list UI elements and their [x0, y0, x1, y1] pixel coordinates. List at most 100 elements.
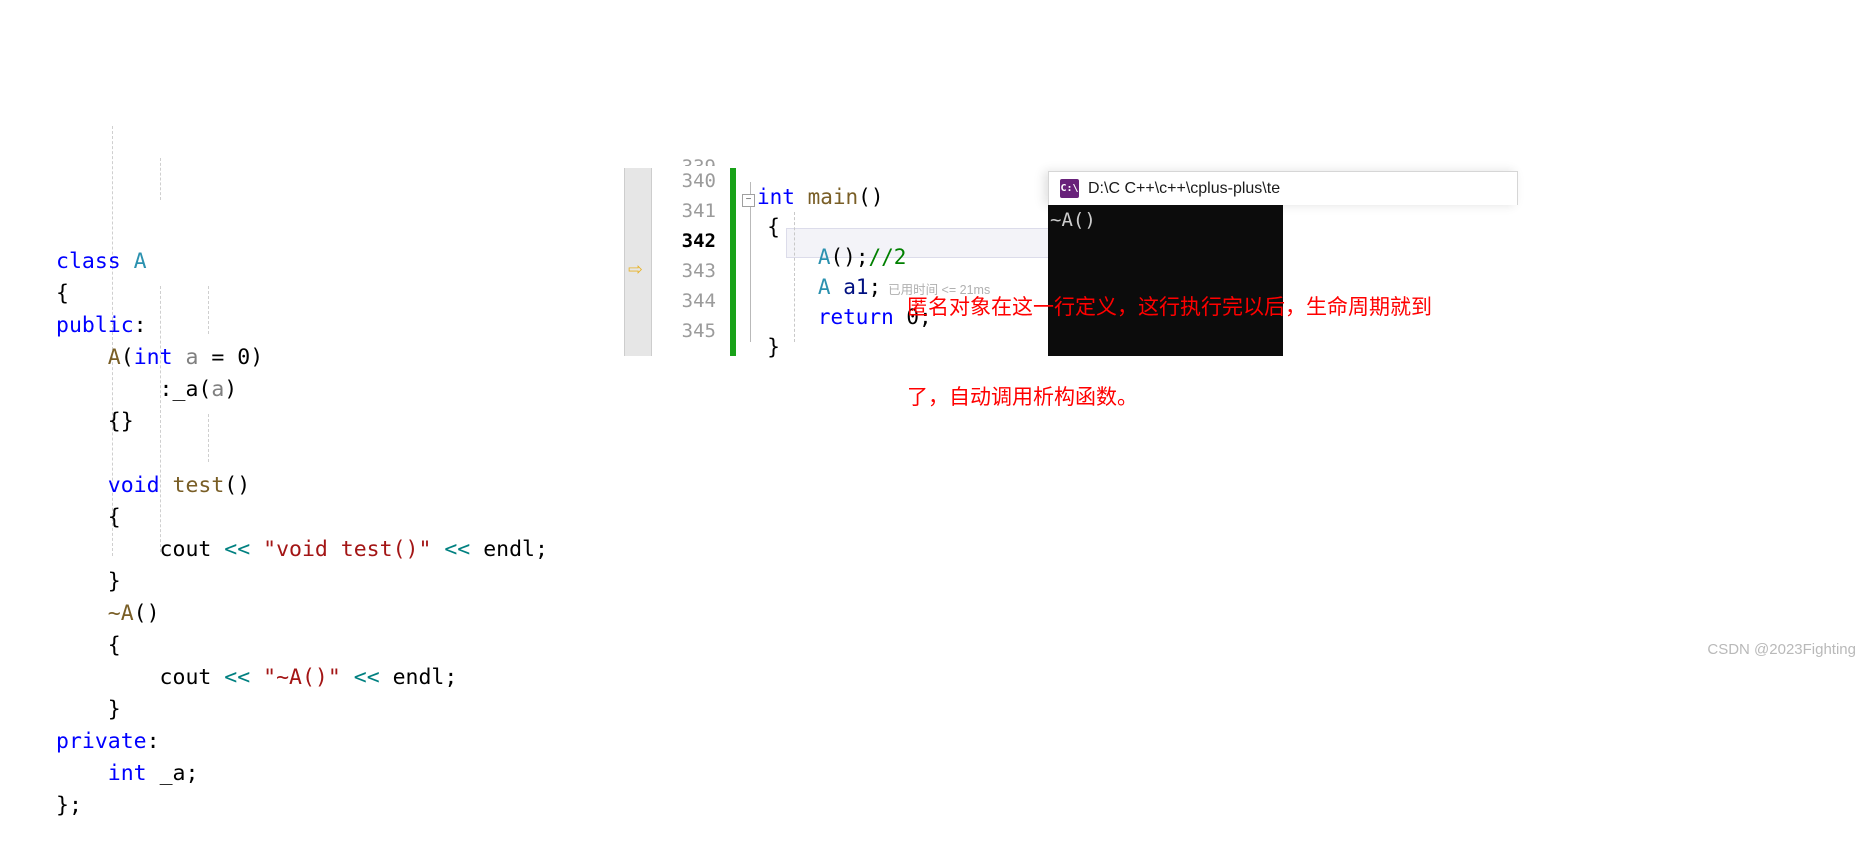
- code-token: "void test()": [263, 537, 432, 562]
- code-token: class: [56, 249, 134, 274]
- code-token: A: [817, 245, 831, 269]
- gutter-pad: [742, 335, 767, 359]
- line-number: 344: [681, 290, 716, 312]
- code-token: "~A()": [263, 665, 341, 690]
- code-line: }: [56, 694, 548, 726]
- code-token: (): [858, 185, 884, 209]
- collapse-toggle-icon[interactable]: −: [742, 194, 755, 207]
- code-line: ~A(): [56, 598, 548, 630]
- code-token: A: [133, 249, 147, 274]
- code-token: int: [107, 761, 147, 786]
- code-line: public:: [56, 310, 548, 342]
- elapsed-time-diagnostic: 已用时间 <= 21ms: [881, 283, 991, 297]
- code-line[interactable]: }: [742, 332, 990, 362]
- code-token: ();: [830, 245, 869, 269]
- code-line: }: [56, 566, 548, 598]
- code-token: endl;: [470, 537, 548, 562]
- code-token: int: [133, 345, 173, 370]
- code-line: cout << "void test()" << endl;: [56, 534, 548, 566]
- code-token: endl;: [379, 665, 458, 690]
- code-line: :_a(a): [56, 374, 548, 406]
- line-number: 339: [664, 152, 716, 166]
- execution-pointer-arrow: ⇨: [628, 254, 643, 282]
- code-token: {: [56, 633, 121, 658]
- code-line: void test(): [56, 470, 548, 502]
- line-number: 343: [681, 260, 716, 282]
- code-token: ;: [919, 305, 932, 329]
- code-token: :: [146, 729, 160, 754]
- code-token: }: [767, 335, 780, 359]
- indicator-margin[interactable]: ⇨: [624, 168, 652, 356]
- code-line: int _a;: [56, 758, 548, 790]
- code-token: cout: [56, 665, 225, 690]
- code-line: cout << "~A()" << endl;: [56, 662, 548, 694]
- console-title-bar[interactable]: C:\ D:\C C++\c++\cplus-plus\te: [1048, 171, 1518, 205]
- code-token: (: [120, 345, 134, 370]
- code-line: private:: [56, 726, 548, 758]
- console-app-icon: C:\: [1060, 179, 1079, 198]
- code-line: {: [56, 502, 548, 534]
- class-definition-code: class A{public: A(int a = 0) :_a(a) {} v…: [56, 22, 548, 854]
- code-token: };: [56, 793, 82, 818]
- code-line[interactable]: A a1; 已用时间 <= 21ms: [742, 272, 990, 302]
- code-token: (): [133, 601, 160, 626]
- code-line: {: [56, 630, 548, 662]
- code-token: a1: [843, 275, 869, 299]
- code-token: void: [107, 473, 160, 498]
- gutter-pad: [742, 245, 767, 269]
- line-number: 340: [681, 170, 716, 192]
- code-token: A: [107, 345, 121, 370]
- line-number: 345: [681, 320, 716, 342]
- code-token: {: [56, 281, 69, 306]
- console-window[interactable]: C:\ D:\C C++\c++\cplus-plus\te ~A(): [1048, 171, 1518, 356]
- line-number: 342: [681, 230, 716, 252]
- code-token: }: [56, 569, 121, 594]
- code-token: =: [198, 345, 238, 370]
- code-token: :: [133, 313, 147, 338]
- code-token: :_a(: [56, 377, 212, 402]
- gutter-pad: [742, 215, 767, 239]
- code-token: a: [211, 377, 225, 402]
- code-token: private: [56, 729, 147, 754]
- code-token: <<: [444, 537, 471, 562]
- gutter-pad: [742, 305, 767, 329]
- code-token: return: [817, 305, 894, 329]
- code-line[interactable]: return 0;: [742, 302, 990, 332]
- code-token: a: [185, 345, 199, 370]
- code-token: <<: [224, 537, 251, 562]
- code-token: ): [250, 345, 264, 370]
- console-title-text: D:\C C++\c++\cplus-plus\te: [1088, 179, 1281, 197]
- code-token: (): [224, 473, 251, 498]
- code-line: class A: [56, 246, 548, 278]
- code-token: {: [767, 215, 780, 239]
- unsaved-change-bar: [730, 168, 736, 356]
- code-line: {}: [56, 406, 548, 438]
- code-line[interactable]: − int main(): [742, 182, 990, 212]
- console-output-text: ~A(): [1050, 209, 1096, 231]
- code-token: {}: [56, 409, 134, 434]
- indent-guide: [160, 158, 161, 200]
- code-token: main: [807, 185, 859, 209]
- code-line[interactable]: {: [742, 212, 990, 242]
- annotation-line-2: 了，自动调用析构函数。: [907, 385, 1138, 409]
- code-line[interactable]: A();//2: [742, 242, 990, 272]
- code-line: {: [56, 278, 548, 310]
- main-function-code[interactable]: − int main() { A();//2 A a1; 已用时间 <= 21ms…: [742, 168, 990, 362]
- code-token: public: [56, 313, 134, 338]
- line-number-gutter: 339 340 341 342 343 344 345: [664, 152, 716, 346]
